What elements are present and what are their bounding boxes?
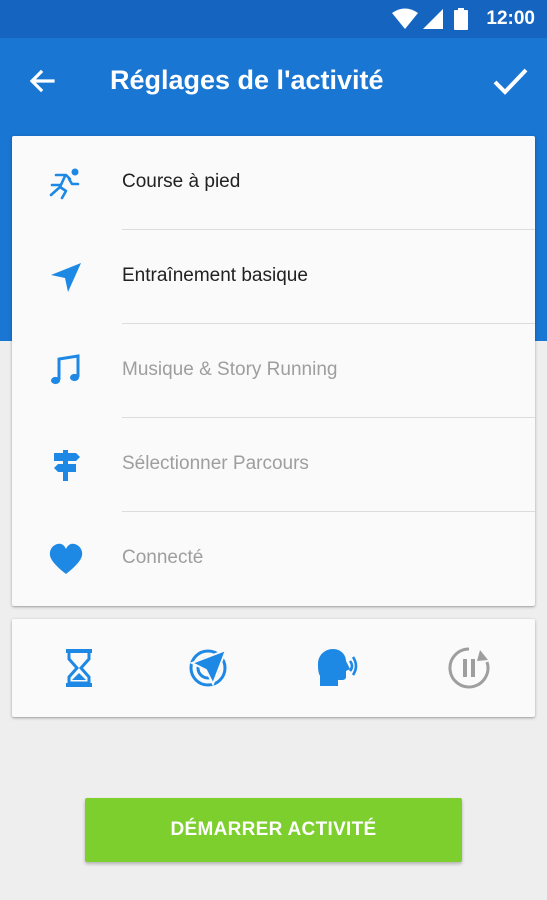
settings-item-workout[interactable]: Entraînement basique — [12, 230, 535, 324]
settings-item-label: Musique & Story Running — [122, 359, 338, 380]
settings-item-label: Entraînement basique — [122, 265, 308, 286]
signal-icon — [423, 9, 443, 29]
battery-icon — [454, 8, 468, 30]
auto-pause-icon[interactable] — [447, 646, 491, 690]
page-title: Réglages de l'activité — [110, 65, 384, 95]
settings-item-label: Connecté — [122, 547, 204, 568]
settings-item-label: Course à pied — [122, 171, 241, 192]
settings-item-music[interactable]: Musique & Story Running — [12, 324, 535, 418]
check-icon[interactable] — [491, 62, 529, 100]
activity-tools-card — [12, 619, 535, 717]
hourglass-icon[interactable] — [57, 646, 101, 690]
settings-item-label: Sélectionner Parcours — [122, 453, 309, 474]
arrow-back-icon[interactable] — [26, 65, 58, 97]
navigation-arrow-icon — [51, 263, 81, 292]
wifi-icon — [392, 8, 418, 29]
status-bar: 12:00 — [0, 0, 547, 38]
heart-icon — [49, 543, 83, 574]
target-tracking-icon[interactable] — [186, 646, 230, 690]
music-note-icon — [51, 354, 80, 385]
start-activity-button[interactable]: DÉMARRER ACTIVITÉ — [85, 798, 462, 862]
activity-settings-card: Course à pied Entraînement basique Musiq… — [12, 136, 535, 606]
settings-item-route[interactable]: Sélectionner Parcours — [12, 418, 535, 512]
voice-coach-icon[interactable] — [316, 646, 360, 690]
status-time: 12:00 — [486, 8, 535, 29]
settings-item-connected[interactable]: Connecté — [12, 512, 535, 606]
running-icon — [49, 168, 80, 200]
signpost-icon — [54, 450, 80, 481]
settings-item-sport[interactable]: Course à pied — [12, 136, 535, 230]
